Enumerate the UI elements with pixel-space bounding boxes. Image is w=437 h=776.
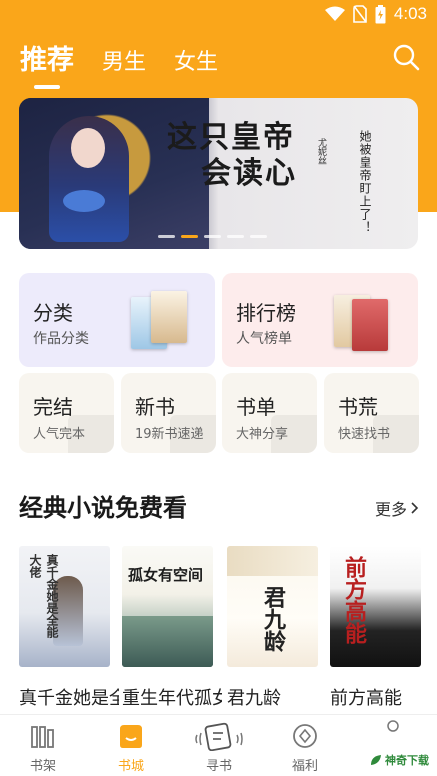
book-title[interactable]: 君九龄 [227, 684, 327, 714]
book-cover[interactable]: 真千金她是全能大佬 [19, 546, 110, 667]
tab-recommend[interactable]: 推荐 [20, 38, 74, 89]
card-title: 书荒 [338, 395, 378, 419]
bookstore-icon [120, 725, 142, 748]
card-title: 书单 [236, 395, 276, 419]
status-time: 4:03 [393, 4, 427, 23]
banner-author: 尤妮丝 [316, 138, 326, 165]
card-subtitle: 作品分类 [33, 331, 89, 347]
more-label: 更多 [374, 500, 407, 519]
category-card-booklist[interactable]: 书单 大神分享 [222, 373, 317, 453]
top-tabs: 推荐 男生 女生 [20, 38, 218, 89]
cover-title: 前方高能 [341, 556, 367, 644]
card-title: 新书 [135, 395, 175, 419]
book-title[interactable]: 重生年代孤女有空间 [122, 684, 222, 714]
category-card-finished[interactable]: 完结 人气完本 [19, 373, 114, 453]
nav-welfare[interactable]: 福利 [270, 721, 340, 774]
card-subtitle: 大神分享 [236, 427, 289, 442]
banner-dot-active[interactable] [181, 235, 198, 238]
status-bar: 4:03 [0, 0, 437, 30]
nav-find-book[interactable]: 寻书 [184, 721, 254, 774]
category-card-book-finder[interactable]: 书荒 快速找书 [324, 373, 419, 453]
profile-icon[interactable] [386, 719, 400, 733]
watermark-logo: 神奇下载 [370, 752, 429, 768]
card-subtitle: 人气完本 [33, 427, 86, 442]
cover-header [227, 546, 318, 576]
section-title: 经典小说免费看 [19, 494, 187, 522]
bookshelf-icon [31, 726, 54, 748]
banner-title-line1: 这只皇帝 [167, 120, 295, 155]
book-title[interactable]: 前方高能 [330, 684, 430, 714]
nav-bookstore[interactable]: 书城 [96, 721, 166, 774]
category-card-ranking[interactable]: 排行榜 人气榜单 [222, 273, 418, 367]
banner-title-line2: 会读心 [201, 156, 297, 191]
cover-scene [122, 616, 213, 667]
tab-female[interactable]: 女生 [174, 44, 218, 76]
promo-banner[interactable]: 这只皇帝 会读心 尤妮丝 她被皇帝盯上了！ [19, 98, 418, 249]
wifi-icon [324, 6, 345, 21]
cover-title: 君九龄 [260, 586, 286, 652]
banner-flower-decoration [63, 190, 105, 212]
watermark-text: 神奇下载 [385, 754, 429, 767]
nav-label: 福利 [291, 759, 318, 774]
chevron-right-icon [411, 502, 419, 514]
banner-dot[interactable] [204, 235, 221, 238]
leaf-icon [371, 755, 381, 765]
banner-dot[interactable] [250, 235, 267, 238]
card-title: 完结 [33, 395, 73, 419]
category-card-classify[interactable]: 分类 作品分类 [19, 273, 215, 367]
banner-dot[interactable] [158, 235, 175, 238]
banner-pagination [158, 235, 267, 238]
banner-character-face [71, 128, 105, 168]
book-cover[interactable]: 孤女有空间 [122, 546, 213, 667]
nav-label: 寻书 [205, 759, 232, 774]
book-title[interactable]: 真千金她是全能大佬 [19, 684, 119, 714]
search-icon[interactable] [391, 42, 421, 72]
card-subtitle: 人气榜单 [236, 331, 292, 347]
banner-title: 这只皇帝 会读心 [167, 120, 297, 192]
card-title: 排行榜 [236, 301, 296, 325]
book-cover[interactable]: 前方高能 [330, 546, 421, 667]
book-stack-illustration [334, 289, 392, 363]
tab-male[interactable]: 男生 [102, 44, 146, 76]
card-title: 分类 [33, 301, 73, 325]
no-sim-icon [353, 5, 367, 23]
find-book-icon [195, 722, 243, 751]
book-stack-illustration [131, 289, 189, 363]
welfare-icon [293, 724, 317, 748]
card-subtitle: 快速找书 [338, 427, 391, 442]
cover-title: 孤女有空间 [128, 566, 204, 584]
cover-title: 真千金她是全能大佬 [28, 554, 59, 638]
banner-dot[interactable] [227, 235, 244, 238]
nav-bookshelf[interactable]: 书架 [8, 721, 78, 774]
battery-icon [375, 4, 386, 23]
more-button[interactable]: 更多 [375, 496, 419, 520]
book-cover[interactable]: 君九龄 [227, 546, 318, 667]
nav-label: 书城 [117, 759, 144, 774]
category-card-new-books[interactable]: 新书 19新书速递 [121, 373, 216, 453]
nav-label: 书架 [29, 759, 56, 774]
card-subtitle: 19新书速递 [135, 427, 204, 442]
banner-subtitle: 她被皇帝盯上了！ [358, 130, 372, 234]
